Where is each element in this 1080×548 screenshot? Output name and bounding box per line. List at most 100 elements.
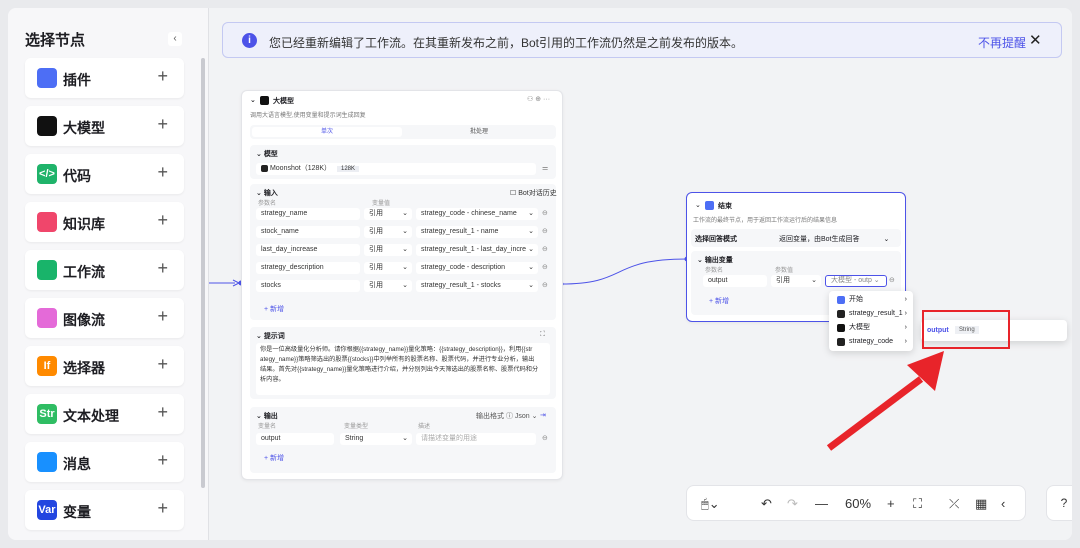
- add-node-icon[interactable]: +: [157, 114, 168, 135]
- text-icon: Str: [37, 404, 57, 424]
- fit-view-icon[interactable]: ⛶: [913, 496, 922, 512]
- zoom-out-icon[interactable]: —: [815, 496, 828, 511]
- help-icon[interactable]: ?: [1046, 485, 1072, 521]
- model-select[interactable]: Moonshot（128K） 128K: [256, 163, 536, 175]
- add-node-icon[interactable]: +: [157, 306, 168, 327]
- undo-icon[interactable]: ↶: [761, 496, 772, 512]
- end-chevron-icon[interactable]: ⌄: [695, 201, 701, 209]
- node-actions-icon[interactable]: ⚇ ⊕ ···: [527, 95, 550, 103]
- input-name-field[interactable]: strategy_description: [256, 262, 360, 274]
- sidebar-item-label: 知识库: [63, 216, 105, 232]
- remove-output-icon[interactable]: ⊖: [542, 434, 548, 442]
- sidebar-item-0[interactable]: 插件 +: [25, 58, 184, 98]
- output-export-icon[interactable]: ⇥: [540, 411, 546, 419]
- tab-batch[interactable]: 批处理: [404, 127, 554, 137]
- input-value-select[interactable]: strategy_result_1 - stocks ⌄: [416, 280, 538, 292]
- prompt-editor[interactable]: 你是一位高级量化分析师。请你根据{{strategy_name}}量化策略：{{…: [256, 343, 550, 395]
- annotation-arrow: [826, 351, 944, 451]
- end-var-mode[interactable]: 引用 ⌄: [771, 275, 821, 287]
- sidebar-item-7[interactable]: Str 文本处理 +: [25, 394, 184, 434]
- app-frame: 选择节点 ‹ 插件 + 大模型 + </> 代码 + 知识库 + 工作流 + 图像流 + If 选择器 + St…: [8, 8, 1072, 540]
- add-node-icon[interactable]: +: [157, 258, 168, 279]
- redo-icon[interactable]: ↷: [787, 496, 798, 512]
- add-output-button[interactable]: + 新增: [264, 453, 284, 463]
- node-sidebar: 选择节点 ‹ 插件 + 大模型 + </> 代码 + 知识库 + 工作流 + 图像流 + If 选择器 + St…: [8, 8, 208, 540]
- sidebar-item-2[interactable]: </> 代码 +: [25, 154, 184, 194]
- input-value-select[interactable]: strategy_result_1 - name ⌄: [416, 226, 538, 238]
- input-name-field[interactable]: strategy_name: [256, 208, 360, 220]
- input-name-field[interactable]: stock_name: [256, 226, 360, 238]
- dropdown-item[interactable]: strategy_result_1 ›: [833, 308, 909, 320]
- output-desc-field[interactable]: 请描述变量的用途: [416, 433, 536, 445]
- remove-input-icon[interactable]: ⊖: [542, 209, 548, 217]
- collapse-icon[interactable]: ‹: [168, 32, 182, 46]
- output-format[interactable]: 输出格式 ⓘ Json ⌄: [476, 411, 538, 421]
- input-name-field[interactable]: stocks: [256, 280, 360, 292]
- input-mode-select[interactable]: 引用 ⌄: [364, 280, 412, 292]
- code-icon: </>: [37, 164, 57, 184]
- end-col-value: 参数值: [775, 268, 794, 274]
- add-node-icon[interactable]: +: [157, 210, 168, 231]
- remove-input-icon[interactable]: ⊖: [542, 245, 548, 253]
- add-node-icon[interactable]: +: [157, 162, 168, 183]
- moonshot-icon: [261, 164, 268, 172]
- sidebar-item-4[interactable]: 工作流 +: [25, 250, 184, 290]
- remove-input-icon[interactable]: ⊖: [542, 281, 548, 289]
- node-icon: [837, 296, 845, 304]
- remove-input-icon[interactable]: ⊖: [542, 227, 548, 235]
- workflow-canvas[interactable]: i 您已经重新编辑了工作流。在其重新发布之前，Bot引用的工作流仍然是之前发布的…: [208, 8, 1072, 540]
- model-section: ⌄ 模型 Moonshot（128K） 128K ⚌: [250, 145, 556, 179]
- add-node-icon[interactable]: +: [157, 498, 168, 519]
- mode-tabs: 单次 批处理: [250, 125, 556, 139]
- settings-icon[interactable]: ⚌: [542, 164, 548, 172]
- output-name-field[interactable]: output: [256, 433, 334, 445]
- answer-mode-select[interactable]: 返回变量，由Bot生成回答 ⌄: [779, 234, 889, 244]
- input-name-field[interactable]: last_day_increase: [256, 244, 360, 256]
- sidebar-scrollbar[interactable]: [201, 58, 205, 488]
- minimap-icon[interactable]: ‹: [1001, 496, 1005, 511]
- zoom-in-icon[interactable]: +: [887, 496, 895, 511]
- sidebar-item-8[interactable]: 消息 +: [25, 442, 184, 482]
- sidebar-item-3[interactable]: 知识库 +: [25, 202, 184, 242]
- input-value-select[interactable]: strategy_code - chinese_name ⌄: [416, 208, 538, 220]
- mouse-mode-icon[interactable]: 🖱︎⌄: [701, 496, 720, 512]
- input-value-select[interactable]: strategy_result_1 - last_day_incre ⌄: [416, 244, 538, 256]
- end-remove-icon[interactable]: ⊖: [889, 276, 895, 284]
- sidebar-item-label: 插件: [63, 72, 91, 88]
- workflow-icon: [37, 260, 57, 280]
- input-mode-select[interactable]: 引用 ⌄: [364, 226, 412, 238]
- add-node-icon[interactable]: +: [157, 354, 168, 375]
- sidebar-item-label: 消息: [63, 456, 91, 472]
- input-mode-select[interactable]: 引用 ⌄: [364, 262, 412, 274]
- answer-mode-label: 选择回答模式: [695, 236, 737, 243]
- tab-single[interactable]: 单次: [252, 127, 402, 137]
- sidebar-item-5[interactable]: 图像流 +: [25, 298, 184, 338]
- add-input-button[interactable]: + 新增: [264, 304, 284, 314]
- input-value-select[interactable]: strategy_code - description ⌄: [416, 262, 538, 274]
- chevron-down-icon[interactable]: ⌄: [250, 96, 256, 104]
- zoom-level[interactable]: 60%: [845, 496, 871, 511]
- prompt-expand-icon[interactable]: ⛶: [540, 331, 545, 339]
- dropdown-item[interactable]: 大模型 ›: [833, 322, 909, 334]
- end-var-value[interactable]: 大模型 - outp ⌄: [825, 275, 887, 287]
- input-mode-select[interactable]: 引用 ⌄: [364, 244, 412, 256]
- add-node-icon[interactable]: +: [157, 450, 168, 471]
- sidebar-title: 选择节点: [25, 32, 86, 49]
- end-var-name[interactable]: output: [703, 275, 767, 287]
- remove-input-icon[interactable]: ⊖: [542, 263, 548, 271]
- collapse-all-icon[interactable]: ⤫: [949, 496, 959, 512]
- layout-icon[interactable]: ▦: [975, 496, 987, 512]
- sidebar-item-9[interactable]: Var 变量 +: [25, 490, 184, 530]
- node-icon: [837, 324, 845, 332]
- output-type-select[interactable]: String ⌄: [340, 433, 412, 445]
- add-node-icon[interactable]: +: [157, 66, 168, 87]
- sidebar-item-1[interactable]: 大模型 +: [25, 106, 184, 146]
- sidebar-item-6[interactable]: If 选择器 +: [25, 346, 184, 386]
- model-section-title: ⌄ 模型: [256, 151, 278, 158]
- add-node-icon[interactable]: +: [157, 402, 168, 423]
- bot-history-checkbox[interactable]: ☐ Bot对话历史: [510, 188, 557, 198]
- input-mode-select[interactable]: 引用 ⌄: [364, 208, 412, 220]
- llm-node[interactable]: ⌄ 大模型 ⚇ ⊕ ··· 调用大语言模型,使用变量和提示词生成回复 单次 批处…: [241, 90, 563, 480]
- end-add-button[interactable]: + 新增: [709, 296, 729, 306]
- dropdown-item[interactable]: 开始 ›: [833, 294, 909, 306]
